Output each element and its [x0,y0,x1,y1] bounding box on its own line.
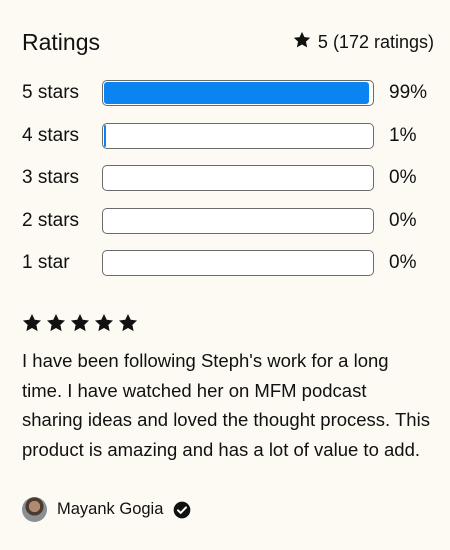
reviewer-name[interactable]: Mayank Gogia [57,500,163,519]
review-stars [21,312,141,339]
rating-row-3[interactable]: 3 stars 0% [22,163,434,193]
star-icon [93,312,117,339]
star-icon [117,312,141,339]
rating-row-label: 2 stars [22,209,80,231]
star-icon [45,312,69,339]
rating-row-1[interactable]: 1 star 0% [22,248,434,278]
rating-row-2[interactable]: 2 stars 0% [22,206,434,236]
rating-bar [102,122,374,149]
star-icon [292,30,318,55]
rating-bar [102,165,374,191]
star-icon [69,312,93,339]
ratings-title: Ratings [22,28,100,55]
review-text: I have been following Steph's work for a… [22,350,430,460]
rating-row-percent: 0% [389,252,417,273]
avatar[interactable] [22,497,47,522]
rating-row-label: 4 stars [22,124,80,146]
rating-bar-fill [104,124,106,147]
check-circle-icon [172,500,192,520]
average-rating: 5 [317,31,328,52]
rating-row-percent: 99% [389,82,428,103]
rating-row-label: 1 star [22,252,70,273]
rating-row-label: 5 stars [22,82,80,103]
ratings-header: Ratings 5 (172 ratings) [22,26,434,58]
rating-row-4[interactable]: 4 stars 1% [22,121,434,151]
rating-bar-fill [104,82,370,104]
rating-row-percent: 0% [389,209,417,231]
rating-row-percent: 0% [389,167,417,188]
rating-bar [102,80,374,106]
rating-distribution: 5 stars 99% 4 stars 1% 3 stars 0% 2 star… [22,78,434,291]
rating-row-percent: 1% [389,124,417,146]
star-icon [21,312,45,339]
rating-row-5[interactable]: 5 stars 99% [22,78,434,108]
rating-bar [102,207,374,234]
ratings-summary: 5 (172 ratings) [292,30,434,55]
reviewer: Mayank Gogia [22,497,192,522]
rating-bar [102,250,374,276]
rating-row-label: 3 stars [22,167,80,188]
ratings-count: (172 ratings) [332,31,434,52]
